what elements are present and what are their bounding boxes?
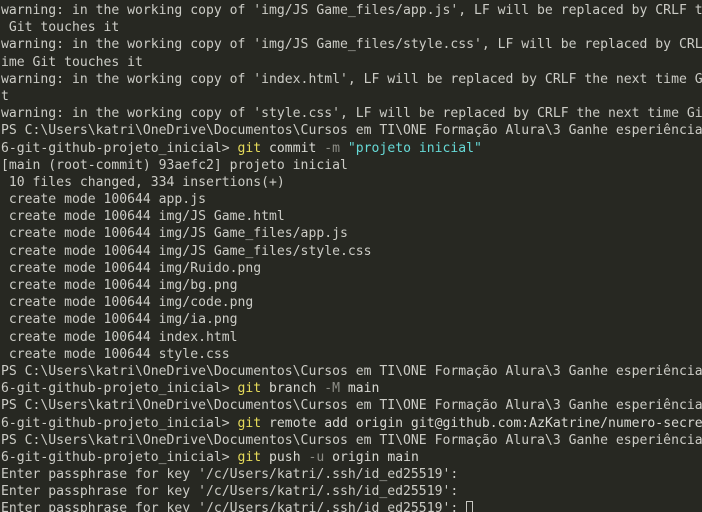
terminal-text: commit	[261, 140, 325, 156]
terminal-text: origin main	[324, 449, 419, 465]
terminal-text: t	[1, 88, 9, 104]
terminal-text: "projeto inicial"	[347, 140, 482, 156]
terminal-text: main	[340, 381, 380, 397]
terminal-text: git	[237, 381, 262, 397]
terminal-text: warning: in the working copy of 'img/JS …	[1, 3, 702, 18]
commit-stats: 10 files changed, 334 insertions(+)	[1, 174, 702, 191]
prompt-remote-command: 6-git-github-projeto_inicial> git remote…	[1, 415, 702, 432]
terminal-text: [main (root-commit) 93aefc2] projeto ini…	[1, 157, 348, 173]
create-mode-ia-png: create mode 100644 img/ia.png	[1, 311, 702, 328]
warning-style-css-games-cont: ime Git touches it	[1, 54, 702, 71]
terminal-text: warning: in the working copy of 'img/JS …	[1, 37, 702, 53]
terminal-text: create mode 100644 img/Ruido.png	[1, 260, 262, 276]
prompt-remote-path: PS C:\Users\katri\OneDrive\Documentos\Cu…	[1, 397, 702, 414]
terminal-text: 6-git-github-projeto_inicial>	[1, 140, 238, 156]
terminal-text: git	[237, 140, 262, 156]
text-cursor	[466, 501, 474, 512]
terminal-text: warning: in the working copy of 'index.h…	[1, 71, 702, 87]
passphrase-prompt-3: Enter passphrase for key '/c/Users/katri…	[1, 500, 702, 512]
prompt-commit-command: 6-git-github-projeto_inicial> git commit…	[1, 140, 702, 157]
terminal-text: create mode 100644 img/JS Game.html	[1, 209, 285, 225]
passphrase-prompt-1: Enter passphrase for key '/c/Users/katri…	[1, 466, 702, 483]
terminal-text: -u	[308, 449, 325, 465]
warning-style-css: warning: in the working copy of 'style.c…	[1, 105, 702, 122]
terminal-text: create mode 100644 style.css	[1, 346, 230, 362]
terminal-text: git	[237, 415, 262, 431]
prompt-commit-path: PS C:\Users\katri\OneDrive\Documentos\Cu…	[1, 122, 702, 139]
terminal-text: ime Git touches it	[1, 54, 143, 70]
terminal-text: PS C:\Users\katri\OneDrive\Documentos\Cu…	[1, 398, 702, 414]
terminal-text: Enter passphrase for key '/c/Users/katri…	[1, 467, 467, 483]
terminal-text: create mode 100644 app.js	[1, 192, 206, 208]
create-mode-ruido-png: create mode 100644 img/Ruido.png	[1, 260, 702, 277]
create-mode-index-html: create mode 100644 index.html	[1, 329, 702, 346]
create-mode-js-game-html: create mode 100644 img/JS Game.html	[1, 208, 702, 225]
terminal-text: create mode 100644 img/JS Game_files/sty…	[1, 243, 372, 259]
terminal-text: Git touches it	[1, 20, 120, 36]
terminal-text: git	[237, 449, 262, 465]
terminal-text: PS C:\Users\katri\OneDrive\Documentos\Cu…	[1, 123, 702, 139]
terminal-text: 6-git-github-projeto_inicial>	[1, 415, 238, 431]
terminal-text: 6-git-github-projeto_inicial>	[1, 449, 238, 465]
terminal-text: create mode 100644 img/ia.png	[1, 312, 238, 328]
terminal-text: create mode 100644 img/JS Game_files/app…	[1, 226, 348, 242]
terminal-text: push	[261, 449, 309, 465]
create-mode-bg-png: create mode 100644 img/bg.png	[1, 277, 702, 294]
terminal-text: -M	[324, 381, 341, 397]
create-mode-code-png: create mode 100644 img/code.png	[1, 294, 702, 311]
passphrase-prompt-2: Enter passphrase for key '/c/Users/katri…	[1, 483, 702, 500]
create-mode-js-game-style-css: create mode 100644 img/JS Game_files/sty…	[1, 243, 702, 260]
prompt-push-path: PS C:\Users\katri\OneDrive\Documentos\Cu…	[1, 432, 702, 449]
terminal-text: PS C:\Users\katri\OneDrive\Documentos\Cu…	[1, 363, 702, 379]
prompt-branch-command: 6-git-github-projeto_inicial> git branch…	[1, 380, 702, 397]
create-mode-app-js: create mode 100644 app.js	[1, 191, 702, 208]
warning-app-js: warning: in the working copy of 'img/JS …	[1, 2, 702, 19]
terminal-text: Enter passphrase for key '/c/Users/katri…	[1, 501, 467, 512]
terminal-text: 10 files changed, 334 insertions(+)	[1, 174, 285, 190]
terminal-text: Enter passphrase for key '/c/Users/katri…	[1, 484, 467, 500]
terminal-text: PS C:\Users\katri\OneDrive\Documentos\Cu…	[1, 432, 702, 448]
warning-app-js-cont: Git touches it	[1, 19, 702, 36]
terminal-text: branch	[261, 381, 325, 397]
terminal-text: create mode 100644 img/code.png	[1, 295, 254, 311]
prompt-branch-path: PS C:\Users\katri\OneDrive\Documentos\Cu…	[1, 363, 702, 380]
warning-index-html: warning: in the working copy of 'index.h…	[1, 71, 702, 88]
terminal-text: create mode 100644 index.html	[1, 329, 238, 345]
terminal-text: -m	[324, 140, 341, 156]
terminal-text: create mode 100644 img/bg.png	[1, 278, 238, 293]
commit-result: [main (root-commit) 93aefc2] projeto ini…	[1, 157, 702, 174]
terminal-window[interactable]: warning: in the working copy of 'img/JS …	[0, 0, 702, 512]
terminal-text: remote add origin git@github.com:AzKatri…	[261, 415, 702, 431]
terminal-text: 6-git-github-projeto_inicial>	[1, 381, 238, 397]
warning-style-css-games: warning: in the working copy of 'img/JS …	[1, 36, 702, 53]
warning-index-html-cont: t	[1, 88, 702, 105]
create-mode-style-css: create mode 100644 style.css	[1, 346, 702, 363]
prompt-push-command: 6-git-github-projeto_inicial> git push -…	[1, 449, 702, 466]
create-mode-js-game-app-js: create mode 100644 img/JS Game_files/app…	[1, 225, 702, 242]
terminal-text: warning: in the working copy of 'style.c…	[1, 106, 702, 122]
